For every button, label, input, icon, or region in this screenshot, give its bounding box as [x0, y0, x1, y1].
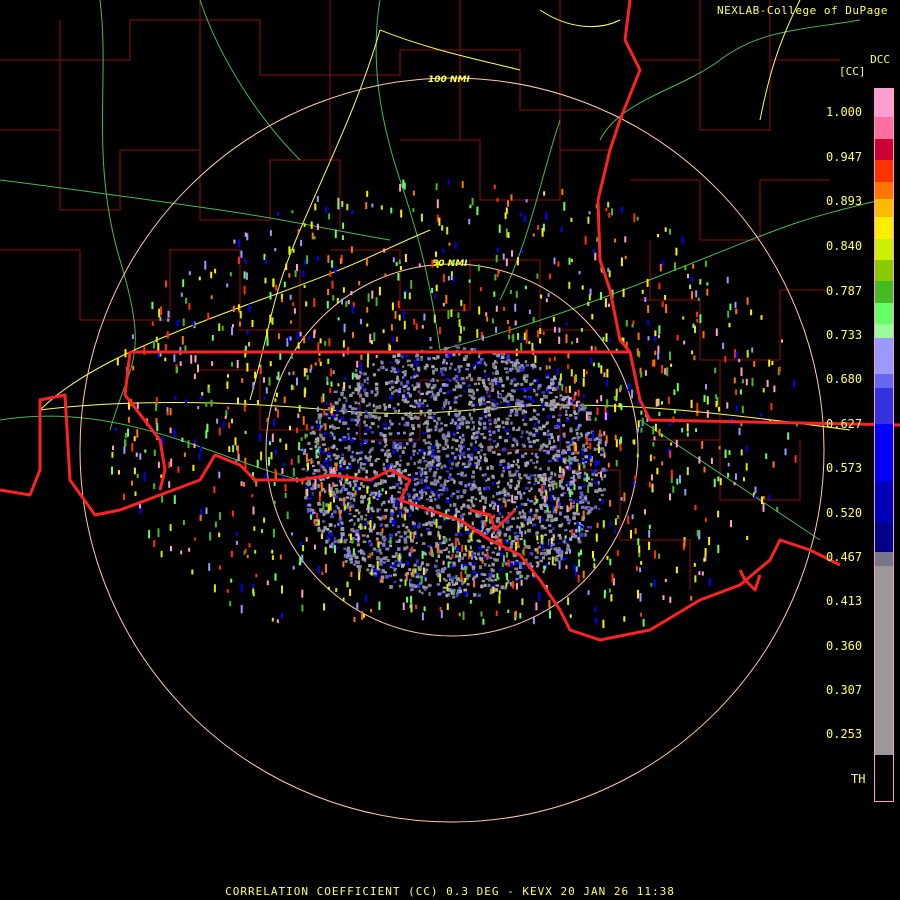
colorbar-segment: [875, 373, 893, 389]
range-ring-100: [79, 77, 825, 823]
colorbar-segment: [875, 480, 893, 524]
radar-map: 100 NMI 50 NMI: [0, 0, 900, 823]
legend-label: 0.627: [826, 417, 863, 431]
colorbar: [874, 88, 894, 802]
colorbar-segment: [875, 238, 893, 261]
product-footer: CORRELATION COEFFICIENT (CC) 0.3 DEG - K…: [225, 885, 675, 898]
legend-label: 0.893: [826, 194, 863, 208]
legend-label: 0.733: [826, 328, 863, 342]
colorbar-segment: [875, 259, 893, 282]
colorbar-segment: [875, 281, 893, 304]
legend-unit: [CC]: [839, 65, 866, 78]
legend-label: 0.467: [826, 550, 863, 564]
legend-label: 0.947: [826, 150, 863, 164]
colorbar-segment: [875, 388, 893, 425]
range-rings: [79, 77, 825, 823]
colorbar-segment: [875, 338, 893, 375]
legend-label: 0.840: [826, 239, 863, 253]
legend-label: 0.680: [826, 372, 863, 386]
county-borders: [0, 0, 840, 590]
colorbar-segment: [875, 138, 893, 161]
ring-label-100: 100 NMI: [428, 75, 470, 85]
legend-label: TH: [851, 772, 866, 786]
colorbar-segment: [875, 117, 893, 140]
legend-label: 0.520: [826, 506, 863, 520]
dcc-label: DCC: [870, 53, 890, 66]
colorbar-segment: [875, 181, 893, 200]
colorbar-segment: [875, 302, 893, 325]
legend-label: 0.360: [826, 639, 863, 653]
colorbar-segment: [875, 160, 893, 183]
radar-returns: [111, 179, 798, 629]
legend-label: 1.000: [826, 105, 863, 119]
colorbar-segment: [875, 566, 893, 756]
colorbar-segment: [875, 89, 893, 118]
legend-label: 0.787: [826, 284, 863, 298]
colorbar-segment: [875, 523, 893, 553]
colorbar-segment: [875, 551, 893, 567]
legend-label: 0.413: [826, 594, 863, 608]
highways: [39, 0, 851, 431]
colorbar-segment: [875, 323, 893, 339]
legend-label: 0.573: [826, 461, 863, 475]
legend-label: 0.253: [826, 727, 863, 741]
colorbar-segment: [875, 423, 893, 481]
colorbar-segment: [875, 217, 893, 240]
legend-label: 0.307: [826, 683, 863, 697]
colorbar-segment: [875, 754, 893, 763]
colorbar-segment: [875, 199, 893, 218]
credit-text: NEXLAB-College of DuPage: [717, 4, 888, 17]
